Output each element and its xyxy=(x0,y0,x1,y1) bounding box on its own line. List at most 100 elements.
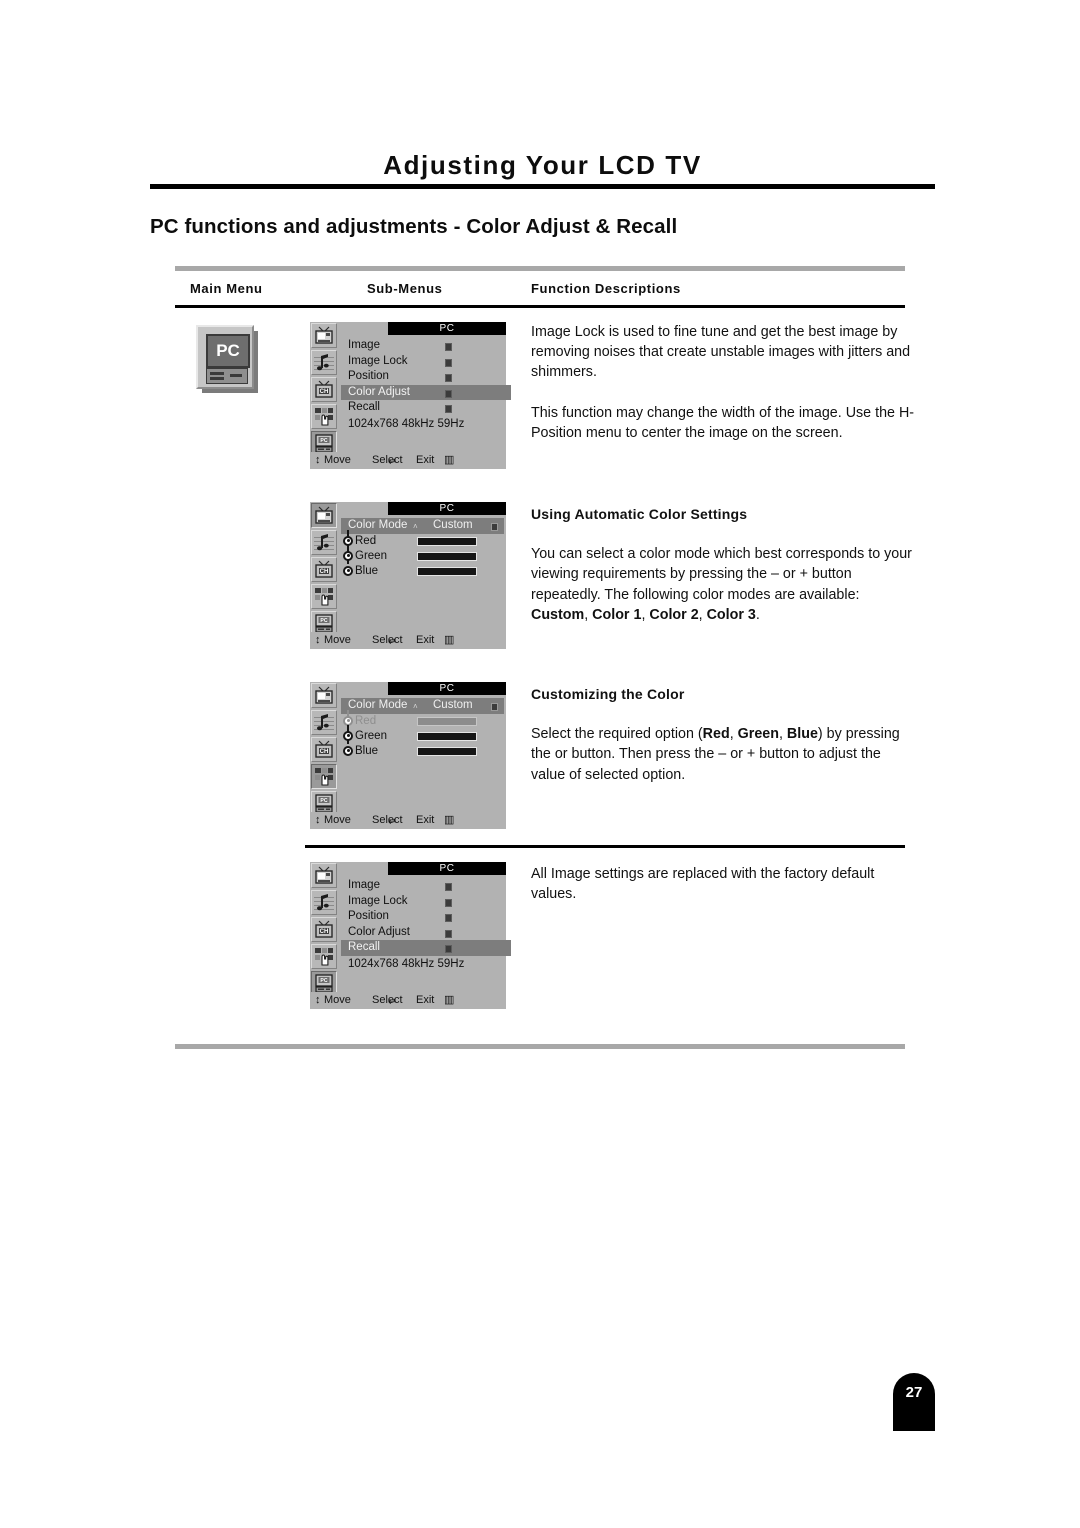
desc-heading: Using Automatic Color Settings xyxy=(531,506,748,522)
osd-sidebar-rail: CH PC xyxy=(311,323,337,456)
osd-panel: PC CH PC Color Mode ˄ Custom Red Green Blue ↕ Move… xyxy=(310,502,506,649)
svg-text:PC: PC xyxy=(320,978,327,984)
osd-color-channel-row[interactable]: Blue xyxy=(341,744,504,759)
enter-key-icon: ↵ xyxy=(388,997,397,1008)
osd-footer-move-label: Move xyxy=(324,634,351,646)
osd-submenu-marker-icon xyxy=(445,374,452,382)
description-block-image-lock: Image Lock is used to fine tune and get … xyxy=(531,322,916,443)
setup-hand-icon[interactable] xyxy=(311,764,337,789)
osd-panel: PC CH PC Color Mode ˄ Custom Red Green Blue ↕ Move… xyxy=(310,682,506,829)
osd-submenu-marker-icon xyxy=(445,389,452,398)
column-header-main-menu: Main Menu xyxy=(190,281,263,296)
osd-color-mode-row[interactable]: Color Mode ˄ Custom xyxy=(341,518,504,534)
osd-submenu-marker-icon xyxy=(445,358,452,367)
section-title: PC functions and adjustments - Color Adj… xyxy=(150,215,678,238)
svg-text:CH: CH xyxy=(320,749,329,755)
osd-footer-bar: ↕ Move Select ↵ Exit ▥ xyxy=(310,992,506,1009)
channel-icon[interactable]: CH xyxy=(311,737,337,762)
osd-sidebar-rail: CH PC xyxy=(311,503,337,636)
osd-color-channel-label: Red xyxy=(355,534,377,547)
osd-color-channel-row[interactable]: Green xyxy=(341,544,504,564)
osd-menu-item[interactable]: Color Adjust xyxy=(341,384,511,400)
osd-color-channel-label: Blue xyxy=(355,744,379,757)
menu-key-icon: ▥ xyxy=(444,634,455,646)
osd-titlebar: PC xyxy=(388,862,506,875)
osd-color-slider[interactable] xyxy=(417,731,477,741)
osd-menu-list: Image Image Lock Position Color Adjust Recal… xyxy=(341,338,511,432)
picture-icon[interactable] xyxy=(311,863,337,888)
page-title: Adjusting Your LCD TV xyxy=(383,150,702,180)
osd-menu-list: Image Image Lock Position Color Adjust Recal… xyxy=(341,878,511,972)
channel-icon[interactable]: CH xyxy=(311,377,337,402)
osd-color-mode-label: Color Mode xyxy=(348,519,408,531)
osd-color-channel-row[interactable]: Red xyxy=(341,709,504,729)
osd-color-mode-value: Custom xyxy=(433,699,473,711)
desc-emphasis: Custom xyxy=(531,606,585,623)
osd-menu-item[interactable]: Color Adjust xyxy=(341,925,504,941)
svg-text:CH: CH xyxy=(320,569,329,575)
osd-footer-exit-label: Exit xyxy=(416,994,435,1006)
desc-emphasis: Red xyxy=(702,726,730,743)
osd-color-channel-row[interactable]: Red xyxy=(341,529,504,549)
osd-menu-item[interactable]: Recall xyxy=(341,940,511,956)
pc-icon-slot-b xyxy=(210,377,224,380)
osd-menu-item[interactable]: Recall xyxy=(341,400,504,416)
osd-body: PC CH PC Image Image Lock Position Color Adjus… xyxy=(310,322,511,456)
osd-color-mode-row[interactable]: Color Mode ˄ Custom xyxy=(341,698,504,714)
radio-button-icon[interactable] xyxy=(343,565,353,576)
osd-color-channel-row[interactable]: Green xyxy=(341,724,504,744)
osd-color-slider[interactable] xyxy=(417,551,477,561)
desc-paragraph: This function may change the width of th… xyxy=(531,404,915,441)
osd-color-mode-label: Color Mode xyxy=(348,699,408,711)
picture-icon[interactable] xyxy=(311,323,337,348)
sound-icon[interactable] xyxy=(311,530,337,555)
osd-menu-item-label: Recall xyxy=(348,401,380,413)
setup-hand-icon[interactable] xyxy=(311,584,337,609)
channel-icon[interactable]: CH xyxy=(311,557,337,582)
pc-icon-screen: PC xyxy=(206,334,250,368)
desc-text: You can select a color mode which best c… xyxy=(531,546,912,603)
desc-emphasis: Color 2 xyxy=(649,606,699,623)
svg-text:PC: PC xyxy=(320,438,327,444)
osd-color-slider[interactable] xyxy=(417,566,477,576)
osd-menu-item[interactable]: Image Lock xyxy=(341,354,504,370)
osd-color-channel-label: Red xyxy=(355,714,377,727)
setup-hand-icon[interactable] xyxy=(311,944,337,969)
menu-key-icon: ▥ xyxy=(444,814,455,826)
osd-menu-item[interactable]: Image Lock xyxy=(341,894,504,910)
osd-titlebar: PC xyxy=(388,322,506,335)
sound-icon[interactable] xyxy=(311,350,337,375)
picture-icon[interactable] xyxy=(311,683,337,708)
osd-color-slider[interactable] xyxy=(417,716,477,726)
desc-text: , xyxy=(584,606,593,623)
up-down-arrow-icon: ↕ xyxy=(315,994,320,1006)
radio-button-icon[interactable] xyxy=(343,745,353,756)
picture-icon[interactable] xyxy=(311,503,337,528)
osd-panel: PC CH PC Image Image Lock Position Color Adjus… xyxy=(310,862,511,1009)
setup-hand-icon[interactable] xyxy=(311,404,337,429)
osd-menu-item[interactable]: Position xyxy=(341,909,504,925)
description-block-customizing: Customizing the Color Select the require… xyxy=(531,684,916,785)
osd-body: PC CH PC Image Image Lock Position Color Adjus… xyxy=(310,862,511,996)
osd-menu-item[interactable]: Image xyxy=(341,878,504,894)
osd-color-channel-label: Blue xyxy=(355,564,379,577)
osd-color-channel-row[interactable]: Blue xyxy=(341,564,504,579)
osd-color-slider[interactable] xyxy=(417,746,477,756)
enter-key-icon: ↵ xyxy=(388,817,397,828)
sound-icon[interactable] xyxy=(311,890,337,915)
radio-button-icon[interactable] xyxy=(343,730,353,741)
osd-footer-move-label: Move xyxy=(324,994,351,1006)
radio-button-icon[interactable] xyxy=(343,550,353,561)
osd-menu-item[interactable]: Position xyxy=(341,369,504,385)
osd-color-slider[interactable] xyxy=(417,536,477,546)
sound-icon[interactable] xyxy=(311,710,337,735)
pc-icon-bezel: PC xyxy=(196,325,254,389)
osd-titlebar: PC xyxy=(388,682,506,695)
row-divider xyxy=(305,845,905,848)
channel-icon[interactable]: CH xyxy=(311,917,337,942)
table-header-rule xyxy=(175,305,905,308)
desc-text: . xyxy=(755,606,760,623)
desc-text: Select the required option ( xyxy=(531,726,703,743)
osd-menu-item[interactable]: Image xyxy=(341,338,504,354)
osd-footer-exit-label: Exit xyxy=(416,634,435,646)
